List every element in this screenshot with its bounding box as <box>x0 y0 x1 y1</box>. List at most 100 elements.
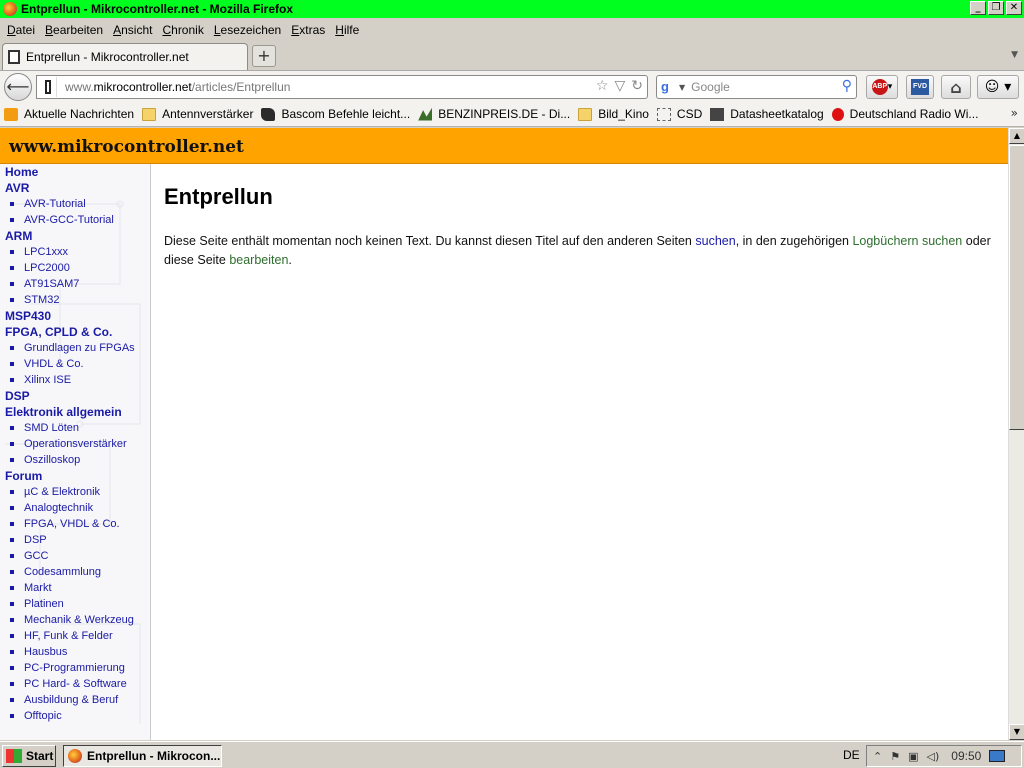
scroll-down-button[interactable]: ▼ <box>1009 724 1024 740</box>
show-desktop-icon[interactable] <box>989 750 1006 762</box>
tab-list-chevron-icon[interactable]: ▼ <box>1011 50 1018 60</box>
tab-entprellun[interactable]: Entprellun - Mikrocontroller.net <box>2 43 248 70</box>
greasemonkey-button[interactable]: ☺ ▾ <box>977 75 1019 99</box>
menu-lesezeichen[interactable]: Lesezeichen <box>210 23 287 37</box>
bookmark-item[interactable]: Deutschland Radio Wi... <box>831 107 978 121</box>
close-button[interactable]: ✕ <box>1006 1 1022 15</box>
bookmark-item[interactable]: BENZINPREIS.DE - Di... <box>418 107 570 121</box>
menu-datei[interactable]: Datei <box>3 23 41 37</box>
edit-link[interactable]: bearbeiten <box>229 253 288 267</box>
sidebar-section-link[interactable]: MSP430 <box>0 308 150 324</box>
fvd-button[interactable]: FVD <box>906 75 934 99</box>
fvd-icon: FVD <box>911 79 929 95</box>
sidebar-item[interactable]: PC Hard- & Software <box>0 676 150 692</box>
sidebar-item[interactable]: HF, Funk & Felder <box>0 628 150 644</box>
history-dropdown-icon[interactable]: ▽ <box>614 78 625 94</box>
sidebar-item[interactable]: Platinen <box>0 596 150 612</box>
url-text[interactable]: www.mikrocontroller.net/articles/Entprel… <box>65 80 290 94</box>
bookmark-item[interactable]: Bild_Kino <box>578 107 649 121</box>
tab-label: Entprellun - Mikrocontroller.net <box>26 50 189 64</box>
minimize-button[interactable]: _ <box>970 1 986 15</box>
radio-icon <box>831 107 844 121</box>
site-identity-icon[interactable] <box>39 77 57 97</box>
menu-chronik[interactable]: Chronik <box>158 23 209 37</box>
sidebar-item[interactable]: PC-Programmierung <box>0 660 150 676</box>
bookmark-item[interactable]: Bascom Befehle leicht... <box>261 107 410 121</box>
new-tab-button[interactable]: + <box>252 45 276 67</box>
bookmarks-overflow-icon[interactable]: » <box>1011 106 1018 120</box>
sidebar-item[interactable]: VHDL & Co. <box>0 356 150 372</box>
sidebar-section-link[interactable]: Home <box>0 164 150 180</box>
sidebar-item[interactable]: FPGA, VHDL & Co. <box>0 516 150 532</box>
sidebar-item[interactable]: Grundlagen zu FPGAs <box>0 340 150 356</box>
bookmark-item[interactable]: Datasheetkatalog <box>710 107 824 121</box>
url-bar[interactable]: www.mikrocontroller.net/articles/Entprel… <box>36 75 648 99</box>
sidebar-item[interactable]: AVR-GCC-Tutorial <box>0 212 150 228</box>
reload-icon[interactable]: ↻ <box>631 78 643 94</box>
window-titlebar[interactable]: Entprellun - Mikrocontroller.net - Mozil… <box>0 0 1024 18</box>
bookmark-item[interactable]: CSD <box>656 107 702 121</box>
sidebar-item[interactable]: STM32 <box>0 292 150 308</box>
menu-extras[interactable]: Extras <box>287 23 331 37</box>
sidebar-item[interactable]: AT91SAM7 <box>0 276 150 292</box>
sidebar-item[interactable]: Xilinx ISE <box>0 372 150 388</box>
scroll-thumb[interactable] <box>1009 145 1024 430</box>
site-favicon-icon <box>8 50 20 64</box>
bookmark-item[interactable]: Aktuelle Nachrichten <box>4 107 134 121</box>
sidebar-section-link[interactable]: Forum <box>0 468 150 484</box>
menu-hilfe[interactable]: Hilfe <box>331 23 365 37</box>
search-magnifier-icon[interactable]: ⚲ <box>842 78 852 94</box>
sidebar-item[interactable]: Mechanik & Werkzeug <box>0 612 150 628</box>
sidebar-section-link[interactable]: DSP <box>0 388 150 404</box>
home-button[interactable]: ⌂ <box>941 75 971 99</box>
volume-icon[interactable]: ◁) <box>927 750 940 763</box>
bookmark-item[interactable]: Antennverstärker <box>142 107 253 121</box>
back-button[interactable]: ⟵ <box>4 73 32 101</box>
sidebar-item[interactable]: Analogtechnik <box>0 500 150 516</box>
scroll-up-button[interactable]: ▲ <box>1009 128 1024 144</box>
tab-bar: Entprellun - Mikrocontroller.net + ▼ <box>0 40 1024 70</box>
search-input[interactable]: Google <box>691 80 730 94</box>
sidebar-item[interactable]: µC & Elektronik <box>0 484 150 500</box>
sidebar-item[interactable]: DSP <box>0 532 150 548</box>
menu-bearbeiten[interactable]: Bearbeiten <box>41 23 109 37</box>
language-indicator[interactable]: DE <box>843 748 860 762</box>
search-bar[interactable]: g ▼ Google ⚲ <box>656 75 857 99</box>
sidebar-item[interactable]: SMD Löten <box>0 420 150 436</box>
search-engine-dropdown-icon[interactable]: ▼ <box>679 83 685 92</box>
sidebar-item[interactable]: LPC2000 <box>0 260 150 276</box>
search-link[interactable]: suchen <box>695 234 735 248</box>
network-icon[interactable]: ▣ <box>908 750 918 763</box>
sidebar-item[interactable]: GCC <box>0 548 150 564</box>
sidebar-item[interactable]: Offtopic <box>0 708 150 724</box>
sidebar-section-link[interactable]: AVR <box>0 180 150 196</box>
folder-icon <box>142 107 157 121</box>
sidebar-item[interactable]: Ausbildung & Beruf <box>0 692 150 708</box>
sidebar-item[interactable]: AVR-Tutorial <box>0 196 150 212</box>
sidebar-section-link[interactable]: FPGA, CPLD & Co. <box>0 324 150 340</box>
clock[interactable]: 09:50 <box>951 749 981 763</box>
bookmark-star-icon[interactable]: ☆ <box>596 78 609 94</box>
sidebar-item[interactable]: LPC1xxx <box>0 244 150 260</box>
adblock-button[interactable]: ABP ▾ <box>866 75 898 99</box>
article-text: Diese Seite enthält momentan noch keinen… <box>164 232 1004 270</box>
logbooks-search-link[interactable]: Logbüchern suchen <box>852 234 962 248</box>
google-icon[interactable]: g <box>661 79 677 95</box>
sidebar-item[interactable]: Operationsverstärker <box>0 436 150 452</box>
sidebar-item[interactable]: Oszilloskop <box>0 452 150 468</box>
start-button[interactable]: Start <box>2 745 56 767</box>
sidebar-item[interactable]: Markt <box>0 580 150 596</box>
flag-icon[interactable]: ⚑ <box>890 750 900 763</box>
tray-expand-icon[interactable]: ⌃ <box>873 750 882 763</box>
sidebar-section-link[interactable]: Elektronik allgemein <box>0 404 150 420</box>
maximize-button[interactable]: ❐ <box>988 1 1004 15</box>
sidebar-item[interactable]: Codesammlung <box>0 564 150 580</box>
vertical-scrollbar[interactable]: ▲ ▼ <box>1008 128 1024 740</box>
menu-ansicht[interactable]: Ansicht <box>109 23 158 37</box>
firefox-icon <box>68 749 82 763</box>
folder-icon <box>578 107 593 121</box>
sidebar-section-link[interactable]: ARM <box>0 228 150 244</box>
site-title[interactable]: www.mikrocontroller.net <box>9 137 244 157</box>
taskbar-item-firefox[interactable]: Entprellun - Mikrocon... <box>63 745 222 767</box>
sidebar-item[interactable]: Hausbus <box>0 644 150 660</box>
